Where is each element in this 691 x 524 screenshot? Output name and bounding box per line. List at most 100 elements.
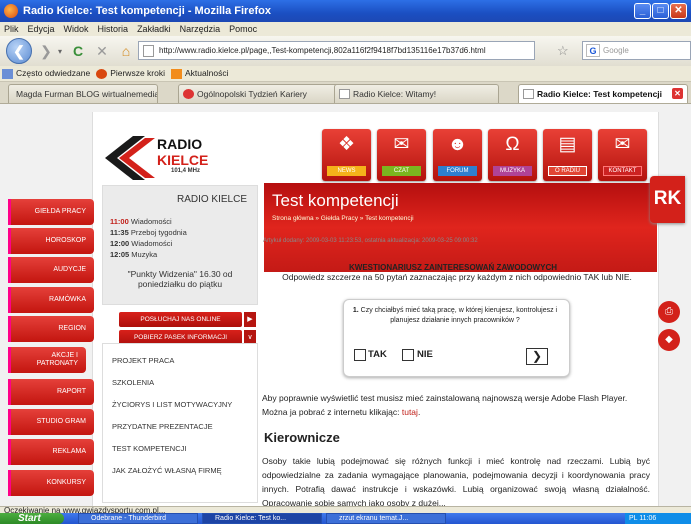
schedule-item: 11:00 Wiadomości [110,217,172,226]
system-tray: PL 11:06 [625,513,691,524]
leftnav-horoskop[interactable]: HOROSKOP [8,228,94,254]
page-icon [523,89,534,99]
stop-icon[interactable]: ✕ [92,43,112,60]
menu-edit[interactable]: Edycja [28,24,55,34]
tab-tydzien-kariery[interactable]: Ogólnopolski Tydzień Kariery [178,84,360,103]
window-title: Radio Kielce: Test kompetencji - Mozilla… [23,5,271,17]
chat-bubbles-icon: ✉ [393,134,410,155]
menu-bookmarks[interactable]: Zakładki [137,24,171,34]
page-icon [339,89,350,99]
schedule-item: 12:05 Muzyka [110,250,158,259]
menu-file[interactable]: Plik [4,24,19,34]
taskbar-firefox[interactable]: Radio Kielce: Test ko... [202,513,322,524]
rss-icon [170,68,182,79]
quiz-flash-box: 1. Czy chciałbyś mieć taką pracę, w któr… [343,299,570,377]
leftnav-ramowka[interactable]: RAMÓWKA [8,287,94,313]
nav-news[interactable]: ❖ NEWS [322,129,371,181]
back-arrow-icon[interactable]: ❮ [6,38,32,64]
bookmarks-toolbar: Często odwiedzane Pierwsze kroki Aktualn… [0,66,691,82]
bookmark-most-visited[interactable]: Często odwiedzane [2,68,90,79]
nav-music[interactable]: Ω MUZYKA [488,129,537,181]
start-button[interactable]: Start [0,513,64,524]
forum-people-icon: ☻ [447,134,468,155]
tag-icon[interactable]: ◆ [658,329,680,351]
leftnav-raport[interactable]: RAPORT [8,379,94,405]
search-input[interactable]: G Google [582,41,691,60]
next-question-button[interactable]: ❯ [526,348,548,365]
leftnav-akcje-patronaty[interactable]: AKCJE I PATRONATY [8,347,86,373]
flash-notice: Aby poprawnie wyświetlić test musisz mie… [262,393,628,417]
link-zyciorys[interactable]: ŻYCIORYS I LIST MOTYWACYJNY [112,400,232,409]
site-icon [183,89,194,99]
taskbar: Start Odebrane - Thunderbird Radio Kielc… [0,513,691,524]
home-icon[interactable]: ⌂ [116,43,136,59]
reload-icon[interactable]: C [68,43,88,59]
taskbar-thunderbird[interactable]: Odebrane - Thunderbird [78,513,198,524]
language-indicator[interactable]: PL [629,515,637,522]
quiz-title: KWESTIONARIUSZ ZAINTERESOWAŃ ZAWODOWYCH [349,263,557,272]
leftnav-konkursy[interactable]: KONKURSY [8,470,94,496]
bookmark-star-icon[interactable]: ☆ [557,43,569,59]
promo-text: "Punkty Widzenia" 16.30 od poniedziałku … [127,269,233,289]
url-text: http://www.radio.kielce.pl/page,,Test-ko… [159,46,486,55]
forward-arrow-icon[interactable]: ❯ [36,43,56,60]
side-links-box: PROJEKT PRACA SZKOLENIA ŻYCIORYS I LIST … [102,343,258,503]
minimize-button[interactable]: _ [634,3,651,19]
envelope-icon: ✉ [614,134,631,155]
print-icon[interactable]: ⎙ [658,301,680,323]
leftnav-audycje[interactable]: AUDYCJE [8,257,94,283]
speaker-icon: ▶ [244,312,256,327]
maximize-button[interactable]: □ [652,3,669,19]
tab-radio-kielce-witamy[interactable]: Radio Kielce: Witamy! [334,84,499,103]
link-szkolenia[interactable]: SZKOLENIA [112,378,154,387]
link-test-kompetencji[interactable]: TEST KOMPETENCJI [112,444,186,453]
yes-checkbox[interactable] [354,349,366,361]
link-projekt-praca[interactable]: PROJEKT PRACA [112,356,174,365]
logo-text-kielce: KIELCE [157,152,209,168]
leftnav-studio-gram[interactable]: STUDIO GRAM [8,409,94,435]
no-checkbox[interactable] [402,349,414,361]
tab-test-kompetencji[interactable]: Radio Kielce: Test kompetencji ✕ [518,84,688,103]
article-meta: Artykuł dodany: 2009-03-03 11:23:53, ost… [263,238,478,244]
menu-view[interactable]: Widok [64,24,89,34]
listen-online-button[interactable]: POSŁUCHAJ NAS ONLINE ▶ [119,312,256,327]
nav-chat[interactable]: ✉ CZAT [377,129,426,181]
nav-forum[interactable]: ☻ FORUM [433,129,482,181]
nav-about-radio[interactable]: ▤ O RADIU [543,129,592,181]
quiz-subtitle: Odpowiedz szczerze na 50 pytań zaznaczaj… [282,272,632,282]
section-heading: Kierownicze [264,430,340,445]
leftnav-gielda-pracy[interactable]: GIEŁDA PRACY [8,199,94,225]
bookmark-latest-headlines[interactable]: Aktualności [170,68,228,79]
link-prezentacje[interactable]: PRZYDATNE PREZENTACJE [112,422,213,431]
menu-history[interactable]: Historia [98,24,129,34]
compass-icon: ❖ [337,134,356,155]
no-label: NIE [417,349,433,360]
search-placeholder: Google [603,46,629,55]
radio-kielce-logo[interactable]: RADIO KIELCE 101,4 MHz [105,136,225,180]
breadcrumb[interactable]: Strona główna » Giełda Pracy » Test komp… [272,215,414,222]
google-icon[interactable]: G [586,44,600,57]
leftnav-region[interactable]: REGION [8,316,94,342]
yes-label: TAK [368,349,387,360]
menu-help[interactable]: Pomoc [229,24,257,34]
address-bar[interactable]: http://www.radio.kielce.pl/page,,Test-ko… [138,41,535,60]
headphones-icon: Ω [505,134,520,155]
tab-bar: Magda Furman BLOG wirtualnemedia.pl Ogól… [0,82,691,104]
page-viewport: RADIO KIELCE 101,4 MHz ❖ NEWS ✉ CZAT ☻ FORU… [0,104,691,506]
question-text: 1. Czy chciałbyś mieć taką pracę, w któr… [352,307,558,324]
link-wlasna-firma[interactable]: JAK ZAŁOŻYĆ WŁASNĄ FIRMĘ [112,466,222,475]
leftnav-reklama[interactable]: REKLAMA [8,439,94,465]
close-tab-icon[interactable]: ✕ [672,88,683,99]
tab-magda-furman[interactable]: Magda Furman BLOG wirtualnemedia.pl [8,84,158,103]
flash-download-link[interactable]: tutaj [402,407,418,417]
history-dropdown-icon[interactable]: ▾ [56,47,64,56]
firefox-icon [4,4,18,18]
clock: 11:06 [639,515,657,522]
close-button[interactable]: ✕ [670,3,687,19]
taskbar-screenshot[interactable]: zrzut ekranu temat.J... [326,513,446,524]
bookmark-getting-started[interactable]: Pierwsze kroki [96,68,165,79]
nav-contact[interactable]: ✉ KONTAKT [598,129,647,181]
menu-tools[interactable]: Narzędzia [180,24,221,34]
title-bar: Radio Kielce: Test kompetencji - Mozilla… [0,0,691,22]
firefox-window: Radio Kielce: Test kompetencji - Mozilla… [0,0,691,524]
